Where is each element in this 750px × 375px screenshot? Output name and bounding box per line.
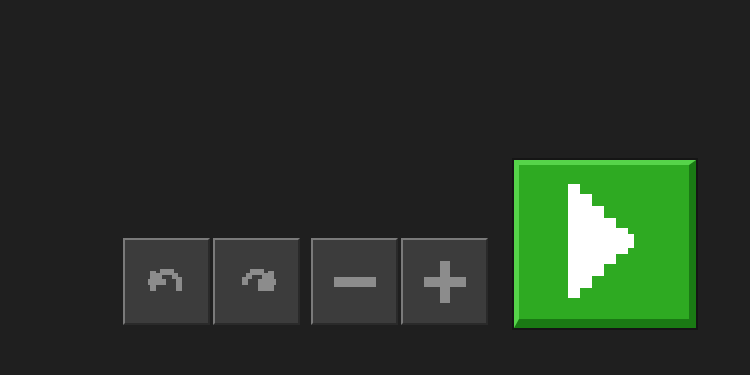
redo-arrow-icon (241, 268, 276, 291)
undo-button[interactable] (123, 238, 210, 325)
zoom-out-button[interactable] (311, 238, 398, 325)
redo-button[interactable] (213, 238, 300, 325)
play-button[interactable] (512, 158, 698, 330)
game-canvas (0, 0, 750, 375)
plus-icon (423, 260, 466, 303)
minus-icon (333, 276, 376, 287)
play-triangle-icon (568, 184, 634, 298)
undo-arrow-icon (147, 268, 182, 291)
zoom-in-button[interactable] (401, 238, 488, 325)
